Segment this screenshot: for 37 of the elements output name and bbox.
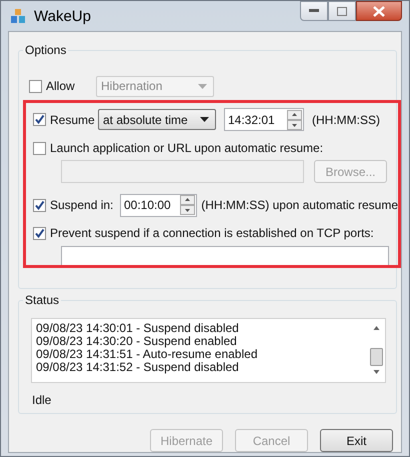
dialog-button[interactable]: Exit (320, 429, 393, 452)
group-title: Status (23, 293, 62, 307)
format-hint: (HH:MM:SS) upon automatic resume (201, 198, 398, 212)
maximize-icon (337, 6, 347, 16)
checkbox-label: Allow (46, 79, 76, 93)
minimize-button[interactable] (300, 1, 328, 21)
spin-buttons[interactable] (287, 110, 302, 130)
time-field[interactable]: 00:10:00 (120, 194, 198, 216)
caret-icon (198, 84, 207, 88)
log-entry: 09/08/23 14:31:51 - Auto-resume enabled (36, 348, 258, 361)
log-entry: 09/08/23 14:31:52 - Suspend disabled (36, 361, 240, 374)
dropdown[interactable]: at absolute time (98, 109, 216, 130)
app-icon (10, 8, 26, 24)
close-icon (373, 6, 385, 16)
caret-icon (200, 117, 209, 122)
path-field[interactable] (61, 160, 304, 183)
format-hint: (HH:MM:SS) (312, 112, 380, 126)
maximize-button[interactable] (328, 1, 356, 21)
time-field[interactable]: 14:32:01 (224, 108, 304, 131)
spin-buttons[interactable] (180, 195, 196, 215)
log-entry: 09/08/23 14:30:01 - Suspend disabled (36, 322, 240, 335)
checkbox[interactable] (33, 226, 46, 240)
group-title: Options (23, 43, 68, 57)
minimize-icon (309, 9, 319, 13)
checkbox[interactable] (33, 198, 46, 212)
ports-field[interactable] (61, 246, 389, 265)
checkbox[interactable] (33, 142, 46, 154)
checkbox-label: Resume (50, 112, 96, 126)
close-button[interactable] (356, 1, 402, 21)
status-text: Idle (32, 393, 52, 407)
checkbox[interactable] (29, 80, 42, 92)
log-entry: 09/08/23 14:30:20 - Suspend enabled (36, 335, 238, 348)
checkbox-label: Prevent suspend if a connection is established on TCP ports: (50, 226, 374, 240)
checkbox[interactable] (33, 113, 46, 126)
checkbox-label: Suspend in: (50, 198, 110, 212)
checkbox-label: Launch application or URL upon automatic resume: (50, 141, 324, 155)
window-title: WakeUp (34, 8, 91, 24)
